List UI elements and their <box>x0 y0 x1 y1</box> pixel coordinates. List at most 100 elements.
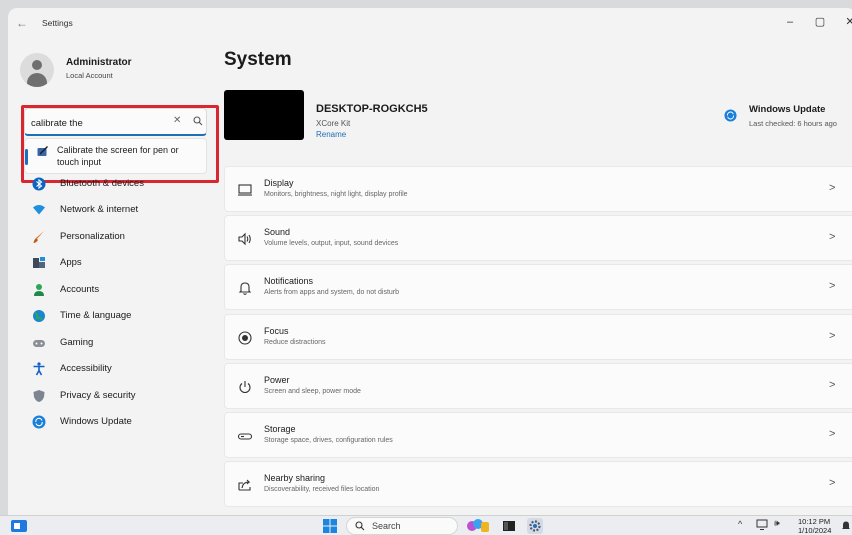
chevron-right-icon: > <box>829 280 836 292</box>
sidebar-item-personalization[interactable]: Personalization <box>20 225 210 249</box>
widgets-icon[interactable] <box>10 519 28 533</box>
windows-update-status: Last checked: 6 hours ago <box>749 119 837 128</box>
search-icon <box>355 521 365 531</box>
chevron-right-icon: > <box>829 330 836 342</box>
sidebar-item-label: Windows Update <box>60 416 132 427</box>
settings-card-storage[interactable]: Storage Storage space, drives, configura… <box>224 412 852 458</box>
sidebar-item-windows-update[interactable]: Windows Update <box>20 410 210 434</box>
wifi-icon <box>33 205 45 215</box>
network-monitor-icon[interactable] <box>756 519 768 531</box>
chevron-right-icon: > <box>829 182 836 194</box>
clock-date[interactable]: 1/10/2024 <box>798 526 831 535</box>
sidebar-item-label: Personalization <box>60 231 125 242</box>
sidebar-item-label: Accessibility <box>60 363 112 374</box>
user-name: Administrator <box>66 57 132 68</box>
minimize-button[interactable]: – <box>775 12 805 32</box>
chevron-right-icon: > <box>829 477 836 489</box>
card-subtitle: Storage space, drives, configuration rul… <box>264 437 393 444</box>
gamepad-icon <box>33 340 45 347</box>
user-profile[interactable]: Administrator Local Account <box>18 50 198 90</box>
tray-chevron-icon[interactable]: ^ <box>738 519 742 529</box>
card-title: Sound <box>264 227 291 237</box>
chevron-right-icon: > <box>829 231 836 243</box>
settings-card-focus[interactable]: Focus Reduce distractions > <box>224 314 852 360</box>
settings-card-nearby-sharing[interactable]: Nearby sharing Discoverability, received… <box>224 461 852 507</box>
sidebar-item-label: Time & language <box>60 310 132 321</box>
storage-drive-icon <box>237 433 253 440</box>
volume-icon[interactable]: 🕪 <box>774 518 780 529</box>
card-subtitle: Monitors, brightness, night light, displ… <box>264 191 408 198</box>
settings-window: ← Settings – ▢ ✕ Administrator Local Acc… <box>8 8 852 515</box>
sidebar-item-gaming[interactable]: Gaming <box>20 331 210 355</box>
sidebar-item-label: Network & internet <box>60 204 139 215</box>
accessibility-icon <box>33 362 45 376</box>
clock-time[interactable]: 10:12 PM <box>798 517 830 526</box>
settings-card-display[interactable]: Display Monitors, brightness, night ligh… <box>224 166 852 212</box>
sidebar-item-label: Gaming <box>60 337 94 348</box>
search-suggestion[interactable]: Calibrate the screen for pen or touch in… <box>24 138 207 174</box>
device-name: DESKTOP-ROGKCH5 <box>316 103 428 115</box>
card-title: Focus <box>264 326 289 336</box>
card-title: Notifications <box>264 276 314 286</box>
card-subtitle: Discoverability, received files location <box>264 486 380 493</box>
card-subtitle: Reduce distractions <box>264 339 326 346</box>
windows-update-link[interactable]: Windows Update <box>749 104 825 115</box>
maximize-button[interactable]: ▢ <box>805 12 835 32</box>
copilot-app-icon[interactable] <box>466 518 490 534</box>
card-title: Display <box>264 178 294 188</box>
task-view-icon[interactable] <box>501 518 517 534</box>
avatar <box>20 53 54 87</box>
settings-card-sound[interactable]: Sound Volume levels, output, input, soun… <box>224 215 852 261</box>
update-icon <box>32 415 46 429</box>
shield-icon <box>33 390 45 402</box>
sidebar-item-accessibility[interactable]: Accessibility <box>20 357 210 381</box>
sidebar-item-apps[interactable]: Apps <box>20 251 210 275</box>
monitor-icon <box>238 184 252 196</box>
device-model: XCore Kit <box>316 119 351 128</box>
card-subtitle: Alerts from apps and system, do not dist… <box>264 289 400 296</box>
share-icon <box>238 479 251 491</box>
globe-clock-icon <box>33 310 45 322</box>
card-title: Storage <box>264 424 296 434</box>
back-arrow-icon[interactable]: ← <box>14 16 30 30</box>
brush-icon <box>33 231 44 243</box>
update-icon <box>724 109 737 122</box>
settings-card-power[interactable]: Power Screen and sleep, power mode > <box>224 363 852 409</box>
sidebar-item-accounts[interactable]: Accounts <box>20 278 210 302</box>
title-bar: ← Settings – ▢ ✕ <box>8 8 852 38</box>
rename-link[interactable]: Rename <box>316 130 346 139</box>
taskbar-search-label: Search <box>372 521 401 531</box>
taskbar: Search ^ 🕪 10:12 PM 1/10/2024 <box>0 515 852 535</box>
settings-card-notifications[interactable]: Notifications Alerts from apps and syste… <box>224 264 852 310</box>
search-box[interactable]: ✕ <box>24 108 207 136</box>
sidebar-item-time-language[interactable]: Time & language <box>20 304 210 328</box>
bell-icon <box>238 282 252 295</box>
chevron-right-icon: > <box>829 428 836 440</box>
device-thumbnail <box>224 90 304 140</box>
card-subtitle: Volume levels, output, input, sound devi… <box>264 240 399 247</box>
bluetooth-icon <box>32 177 46 191</box>
apps-icon <box>33 257 45 268</box>
account-type: Local Account <box>66 71 113 80</box>
sidebar-item-label: Accounts <box>60 284 100 295</box>
taskbar-search[interactable]: Search <box>346 517 458 535</box>
sidebar-item-network[interactable]: Network & internet <box>20 198 210 222</box>
sidebar-item-label: Privacy & security <box>60 390 136 401</box>
suggestion-label: Calibrate the screen for pen or touch in… <box>57 145 179 167</box>
power-icon <box>239 381 251 394</box>
pen-tablet-icon <box>37 146 48 156</box>
card-title: Power <box>264 375 290 385</box>
clear-icon[interactable]: ✕ <box>173 115 181 126</box>
windows-start-icon[interactable] <box>323 519 337 533</box>
speaker-icon <box>238 232 251 246</box>
sidebar-item-label: Bluetooth & devices <box>60 178 144 189</box>
search-input[interactable] <box>31 115 161 131</box>
chevron-right-icon: > <box>829 379 836 391</box>
search-icon[interactable] <box>193 116 203 126</box>
notification-icon[interactable] <box>841 520 851 531</box>
close-button[interactable]: ✕ <box>835 12 852 32</box>
sidebar-item-privacy[interactable]: Privacy & security <box>20 384 210 408</box>
settings-gear-icon[interactable] <box>527 518 543 534</box>
sidebar-item-bluetooth[interactable]: Bluetooth & devices <box>20 172 210 196</box>
page-title: System <box>224 49 292 70</box>
